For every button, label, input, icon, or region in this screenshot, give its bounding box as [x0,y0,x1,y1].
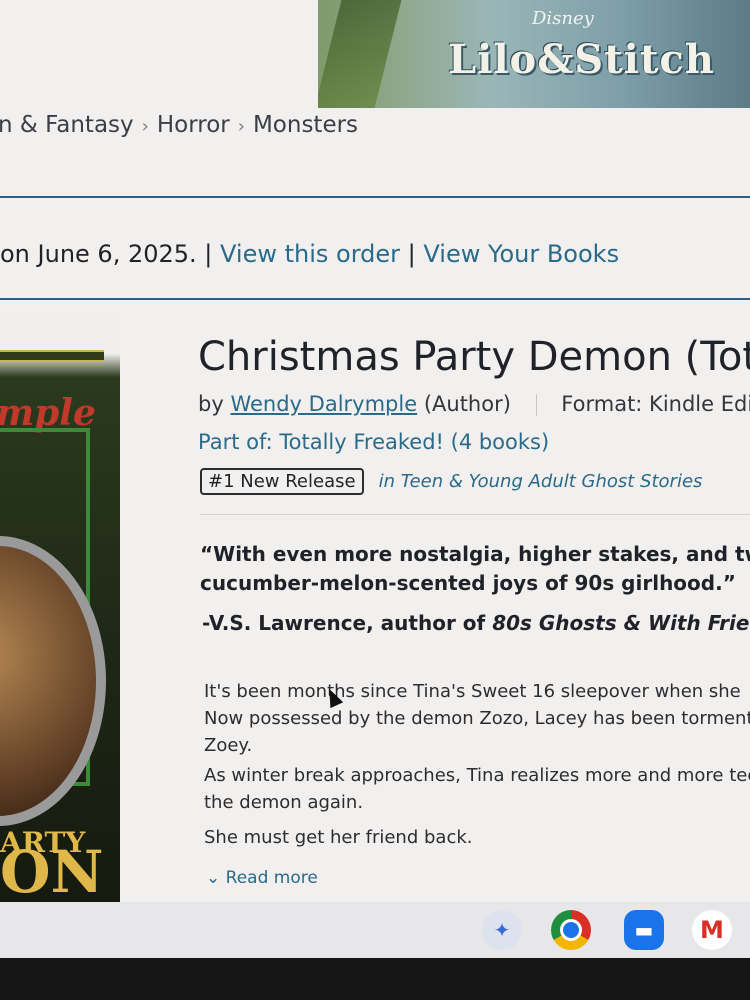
attribution-author: -V.S. Lawrence, author of [202,611,493,635]
purchase-date-text: on June 6, 2025. | [0,240,213,268]
series-link[interactable]: Part of: Totally Freaked! (4 books) [198,430,549,454]
taskbar: ✦ ▬ M [0,902,750,958]
cover-band [0,350,104,362]
gemini-icon[interactable]: ✦ [482,910,522,950]
chrome-icon[interactable] [551,910,591,950]
description-line: the demon again. [204,792,364,813]
quote-line: “With even more nostalgia, higher stakes… [200,542,750,566]
view-order-link[interactable]: View this order [220,240,400,268]
view-books-link[interactable]: View Your Books [423,240,619,268]
quote-line: cucumber-melon-scented joys of 90s girlh… [200,571,736,595]
description-line: Now possessed by the demon Zozo, Lacey h… [204,708,750,729]
chevron-down-icon: ⌄ [206,868,221,888]
breadcrumb-item[interactable]: Monsters [253,112,358,138]
description-paragraph: As winter break approaches, Tina realize… [204,762,750,816]
description-line: It's been months since Tina's Sweet 16 s… [204,681,741,702]
by-label: by [198,392,224,416]
breadcrumb-item[interactable]: n & Fantasy [0,112,134,138]
review-quote: “With even more nostalgia, higher stakes… [200,540,750,598]
disney-logo: Disney [532,8,594,29]
cover-medallion [0,536,106,826]
description-line: As winter break approaches, Tina realize… [204,765,750,786]
new-release-badge: #1 New Release [200,468,364,495]
monitor-bezel [0,958,750,1000]
review-attribution: -V.S. Lawrence, author of 80s Ghosts & W… [202,611,750,635]
files-icon[interactable]: ▬ [624,910,664,950]
description-line: She must get her friend back. [204,827,473,848]
book-cover[interactable]: mple ARTY ON [0,318,120,910]
gmail-icon[interactable]: M [692,910,732,950]
book-title: Christmas Party Demon (Total [198,334,750,380]
browser-screen: Disney Lilo&Stitch n & Fantasy › Horror › Mo… [0,0,750,958]
palm-graphic [318,0,403,108]
purchase-notice: on June 6, 2025. | View this order | Vie… [0,240,619,268]
description-line: Zoey. [204,735,253,756]
chevron-right-icon: › [141,116,149,137]
attribution-works: 80s Ghosts & With Friends Like [492,611,750,635]
ad-banner[interactable]: Disney Lilo&Stitch [318,0,750,108]
divider [0,298,750,300]
bestseller-row: #1 New Release in Teen & Young Adult Gho… [200,468,702,495]
divider [0,196,750,198]
breadcrumb: n & Fantasy › Horror › Monsters [0,112,358,138]
read-more-link[interactable]: ⌄ Read more [206,868,318,888]
breadcrumb-item[interactable]: Horror [157,112,230,138]
description-paragraph: It's been months since Tina's Sweet 16 s… [204,678,750,759]
chevron-right-icon: › [237,116,245,137]
section-divider [200,514,750,515]
banner-title: Lilo&Stitch [448,36,715,83]
byline-divider [535,394,537,416]
description-paragraph: She must get her friend back. [204,824,472,851]
read-more-label: Read more [225,868,318,888]
cover-title-line2: ON [0,838,104,906]
author-link[interactable]: Wendy Dalrymple [230,392,417,416]
category-link[interactable]: in Teen & Young Adult Ghost Stories [379,471,703,492]
link-divider: | [407,240,416,268]
byline: by Wendy Dalrymple (Author) Format: Kind… [198,392,750,416]
author-role: (Author) [423,392,511,416]
format-label: Format: Kindle Edi [561,392,750,416]
